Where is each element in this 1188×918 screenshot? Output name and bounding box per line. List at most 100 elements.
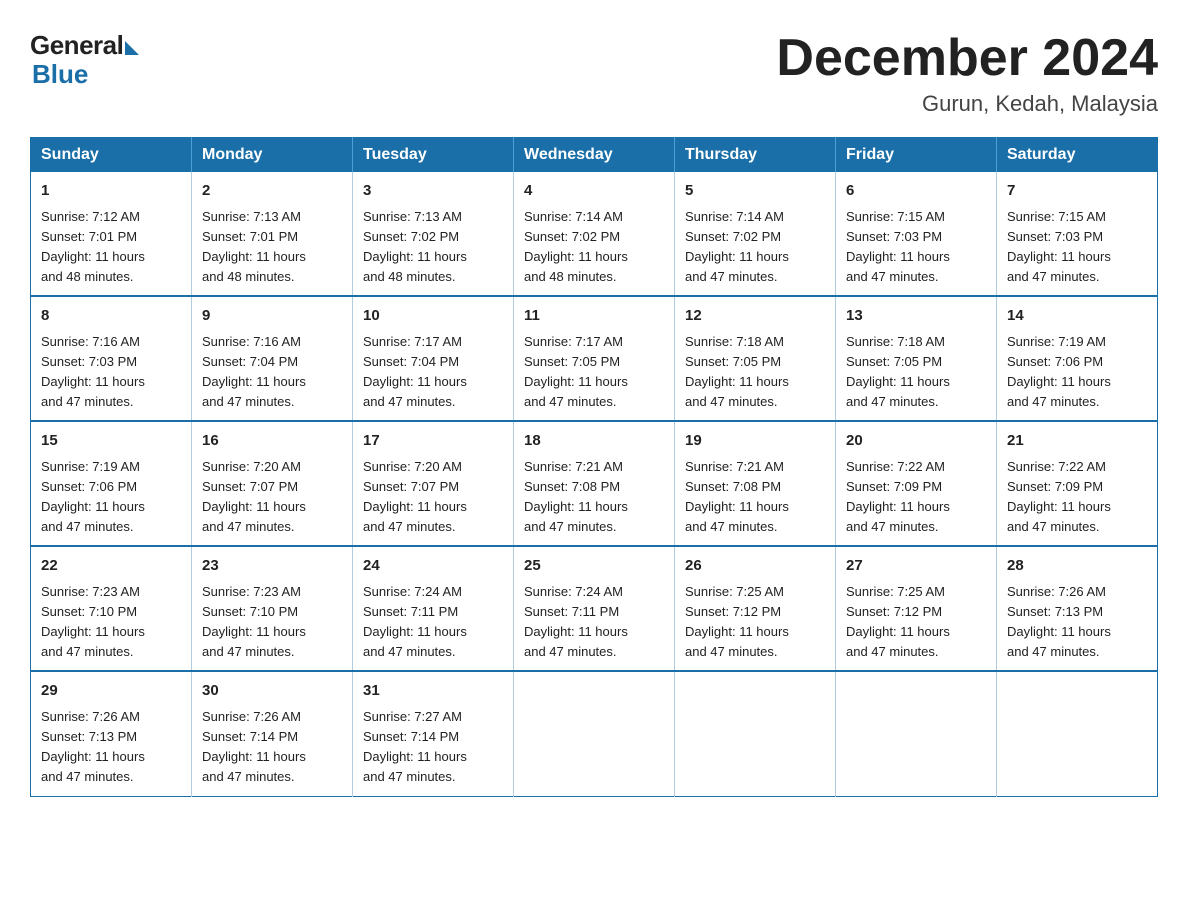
day-number: 12 [685, 305, 825, 328]
weekday-header-thursday: Thursday [675, 138, 836, 173]
weekday-header-row: SundayMondayTuesdayWednesdayThursdayFrid… [31, 138, 1158, 173]
day-info: Sunrise: 7:19 AMSunset: 7:06 PMDaylight:… [41, 459, 145, 534]
day-info: Sunrise: 7:22 AMSunset: 7:09 PMDaylight:… [1007, 459, 1111, 534]
table-row [514, 671, 675, 796]
table-row: 24 Sunrise: 7:24 AMSunset: 7:11 PMDaylig… [353, 546, 514, 671]
table-row: 15 Sunrise: 7:19 AMSunset: 7:06 PMDaylig… [31, 421, 192, 546]
week-row-3: 15 Sunrise: 7:19 AMSunset: 7:06 PMDaylig… [31, 421, 1158, 546]
weekday-header-wednesday: Wednesday [514, 138, 675, 173]
day-number: 28 [1007, 555, 1147, 578]
day-info: Sunrise: 7:14 AMSunset: 7:02 PMDaylight:… [524, 209, 628, 284]
day-number: 21 [1007, 430, 1147, 453]
table-row: 20 Sunrise: 7:22 AMSunset: 7:09 PMDaylig… [836, 421, 997, 546]
day-info: Sunrise: 7:20 AMSunset: 7:07 PMDaylight:… [202, 459, 306, 534]
table-row: 26 Sunrise: 7:25 AMSunset: 7:12 PMDaylig… [675, 546, 836, 671]
table-row: 30 Sunrise: 7:26 AMSunset: 7:14 PMDaylig… [192, 671, 353, 796]
day-number: 9 [202, 305, 342, 328]
day-number: 19 [685, 430, 825, 453]
table-row: 10 Sunrise: 7:17 AMSunset: 7:04 PMDaylig… [353, 296, 514, 421]
day-info: Sunrise: 7:26 AMSunset: 7:13 PMDaylight:… [1007, 584, 1111, 659]
day-info: Sunrise: 7:17 AMSunset: 7:05 PMDaylight:… [524, 334, 628, 409]
day-info: Sunrise: 7:20 AMSunset: 7:07 PMDaylight:… [363, 459, 467, 534]
week-row-5: 29 Sunrise: 7:26 AMSunset: 7:13 PMDaylig… [31, 671, 1158, 796]
table-row: 7 Sunrise: 7:15 AMSunset: 7:03 PMDayligh… [997, 172, 1158, 296]
day-info: Sunrise: 7:23 AMSunset: 7:10 PMDaylight:… [202, 584, 306, 659]
weekday-header-sunday: Sunday [31, 138, 192, 173]
weekday-header-friday: Friday [836, 138, 997, 173]
day-info: Sunrise: 7:17 AMSunset: 7:04 PMDaylight:… [363, 334, 467, 409]
table-row: 25 Sunrise: 7:24 AMSunset: 7:11 PMDaylig… [514, 546, 675, 671]
day-info: Sunrise: 7:16 AMSunset: 7:04 PMDaylight:… [202, 334, 306, 409]
week-row-1: 1 Sunrise: 7:12 AMSunset: 7:01 PMDayligh… [31, 172, 1158, 296]
day-info: Sunrise: 7:13 AMSunset: 7:02 PMDaylight:… [363, 209, 467, 284]
weekday-header-tuesday: Tuesday [353, 138, 514, 173]
table-row: 1 Sunrise: 7:12 AMSunset: 7:01 PMDayligh… [31, 172, 192, 296]
day-info: Sunrise: 7:27 AMSunset: 7:14 PMDaylight:… [363, 709, 467, 784]
day-info: Sunrise: 7:15 AMSunset: 7:03 PMDaylight:… [1007, 209, 1111, 284]
day-number: 10 [363, 305, 503, 328]
day-number: 22 [41, 555, 181, 578]
table-row: 2 Sunrise: 7:13 AMSunset: 7:01 PMDayligh… [192, 172, 353, 296]
table-row: 19 Sunrise: 7:21 AMSunset: 7:08 PMDaylig… [675, 421, 836, 546]
title-area: December 2024 Gurun, Kedah, Malaysia [776, 30, 1158, 117]
table-row: 11 Sunrise: 7:17 AMSunset: 7:05 PMDaylig… [514, 296, 675, 421]
day-number: 11 [524, 305, 664, 328]
day-number: 18 [524, 430, 664, 453]
table-row: 9 Sunrise: 7:16 AMSunset: 7:04 PMDayligh… [192, 296, 353, 421]
table-row: 22 Sunrise: 7:23 AMSunset: 7:10 PMDaylig… [31, 546, 192, 671]
logo-triangle-icon [125, 41, 139, 55]
table-row [997, 671, 1158, 796]
day-info: Sunrise: 7:23 AMSunset: 7:10 PMDaylight:… [41, 584, 145, 659]
location-subtitle: Gurun, Kedah, Malaysia [776, 91, 1158, 117]
week-row-4: 22 Sunrise: 7:23 AMSunset: 7:10 PMDaylig… [31, 546, 1158, 671]
day-info: Sunrise: 7:15 AMSunset: 7:03 PMDaylight:… [846, 209, 950, 284]
day-number: 24 [363, 555, 503, 578]
table-row: 28 Sunrise: 7:26 AMSunset: 7:13 PMDaylig… [997, 546, 1158, 671]
day-info: Sunrise: 7:21 AMSunset: 7:08 PMDaylight:… [524, 459, 628, 534]
day-number: 6 [846, 180, 986, 203]
calendar-table: SundayMondayTuesdayWednesdayThursdayFrid… [30, 137, 1158, 796]
table-row: 5 Sunrise: 7:14 AMSunset: 7:02 PMDayligh… [675, 172, 836, 296]
day-number: 30 [202, 680, 342, 703]
table-row: 3 Sunrise: 7:13 AMSunset: 7:02 PMDayligh… [353, 172, 514, 296]
weekday-header-saturday: Saturday [997, 138, 1158, 173]
table-row: 14 Sunrise: 7:19 AMSunset: 7:06 PMDaylig… [997, 296, 1158, 421]
table-row: 27 Sunrise: 7:25 AMSunset: 7:12 PMDaylig… [836, 546, 997, 671]
week-row-2: 8 Sunrise: 7:16 AMSunset: 7:03 PMDayligh… [31, 296, 1158, 421]
table-row: 6 Sunrise: 7:15 AMSunset: 7:03 PMDayligh… [836, 172, 997, 296]
day-number: 23 [202, 555, 342, 578]
day-number: 5 [685, 180, 825, 203]
table-row: 17 Sunrise: 7:20 AMSunset: 7:07 PMDaylig… [353, 421, 514, 546]
day-info: Sunrise: 7:24 AMSunset: 7:11 PMDaylight:… [524, 584, 628, 659]
day-number: 1 [41, 180, 181, 203]
logo: General Blue [30, 30, 139, 90]
table-row: 31 Sunrise: 7:27 AMSunset: 7:14 PMDaylig… [353, 671, 514, 796]
day-info: Sunrise: 7:25 AMSunset: 7:12 PMDaylight:… [846, 584, 950, 659]
day-number: 25 [524, 555, 664, 578]
table-row: 29 Sunrise: 7:26 AMSunset: 7:13 PMDaylig… [31, 671, 192, 796]
table-row: 23 Sunrise: 7:23 AMSunset: 7:10 PMDaylig… [192, 546, 353, 671]
day-number: 29 [41, 680, 181, 703]
day-number: 4 [524, 180, 664, 203]
table-row: 16 Sunrise: 7:20 AMSunset: 7:07 PMDaylig… [192, 421, 353, 546]
day-info: Sunrise: 7:14 AMSunset: 7:02 PMDaylight:… [685, 209, 789, 284]
table-row: 21 Sunrise: 7:22 AMSunset: 7:09 PMDaylig… [997, 421, 1158, 546]
day-number: 8 [41, 305, 181, 328]
day-number: 14 [1007, 305, 1147, 328]
month-year-title: December 2024 [776, 30, 1158, 87]
table-row: 8 Sunrise: 7:16 AMSunset: 7:03 PMDayligh… [31, 296, 192, 421]
logo-blue-text: Blue [30, 59, 88, 90]
day-number: 3 [363, 180, 503, 203]
day-number: 13 [846, 305, 986, 328]
day-number: 20 [846, 430, 986, 453]
table-row [836, 671, 997, 796]
day-info: Sunrise: 7:16 AMSunset: 7:03 PMDaylight:… [41, 334, 145, 409]
day-info: Sunrise: 7:26 AMSunset: 7:13 PMDaylight:… [41, 709, 145, 784]
day-number: 7 [1007, 180, 1147, 203]
day-number: 31 [363, 680, 503, 703]
table-row: 12 Sunrise: 7:18 AMSunset: 7:05 PMDaylig… [675, 296, 836, 421]
header: General Blue December 2024 Gurun, Kedah,… [30, 30, 1158, 117]
table-row: 18 Sunrise: 7:21 AMSunset: 7:08 PMDaylig… [514, 421, 675, 546]
table-row [675, 671, 836, 796]
day-info: Sunrise: 7:24 AMSunset: 7:11 PMDaylight:… [363, 584, 467, 659]
